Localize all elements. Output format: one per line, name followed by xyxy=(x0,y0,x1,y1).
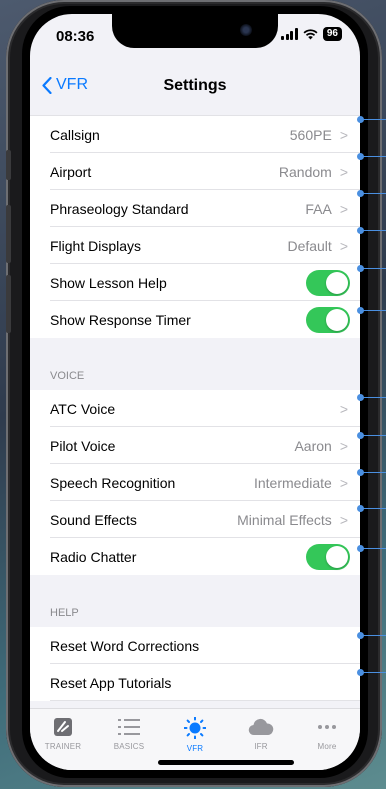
airport-row[interactable]: Airport Random > xyxy=(30,153,360,190)
sun-icon xyxy=(184,717,206,739)
tab-label: IFR xyxy=(254,742,268,751)
connector-line xyxy=(357,632,386,639)
battery-icon: 96 xyxy=(322,27,342,41)
trainer-icon xyxy=(54,718,72,736)
phraseology-standard-row[interactable]: Phraseology Standard FAA > xyxy=(30,190,360,227)
volume-up-button xyxy=(6,205,11,263)
chevron-right-icon: > xyxy=(339,437,348,454)
settings-list: Callsign 560PE > Airport Random > Phrase… xyxy=(30,108,360,708)
mute-switch xyxy=(6,150,11,180)
chevron-right-icon: > xyxy=(339,474,348,491)
chevron-right-icon: > xyxy=(339,511,348,528)
connector-line xyxy=(357,669,386,676)
row-label: Airport xyxy=(50,163,92,180)
row-value: 560PE xyxy=(289,126,332,143)
chevron-right-icon: > xyxy=(339,237,348,254)
signal-icon xyxy=(281,28,298,40)
reset-word-corrections-row[interactable]: Reset Word Corrections xyxy=(30,627,360,664)
sound-effects-row[interactable]: Sound Effects Minimal Effects > xyxy=(30,501,360,538)
show-lesson-help-row: Show Lesson Help xyxy=(30,264,360,301)
more-icon xyxy=(318,725,336,729)
show-response-timer-row: Show Response Timer xyxy=(30,301,360,338)
row-value: FAA xyxy=(305,200,332,217)
row-label: Pilot Voice xyxy=(50,437,116,454)
row-label: ATC Voice xyxy=(50,400,116,417)
phone-frame: 08:36 96 VFR Settings Callsign 560PE > A… xyxy=(6,0,382,787)
bezel: 08:36 96 VFR Settings Callsign 560PE > A… xyxy=(22,6,368,778)
section-header-voice: VOICE xyxy=(50,370,85,382)
list-icon xyxy=(118,719,140,735)
front-camera xyxy=(240,24,252,36)
row-label: Radio Chatter xyxy=(50,548,137,565)
status-icons: 96 xyxy=(281,27,342,41)
reset-app-tutorials-row[interactable]: Reset App Tutorials xyxy=(30,664,360,701)
row-label: Phraseology Standard xyxy=(50,200,189,217)
radio-chatter-toggle[interactable] xyxy=(306,543,350,570)
chevron-right-icon: > xyxy=(339,200,348,217)
help-settings-group: Reset Word Corrections Reset App Tutoria… xyxy=(30,627,360,701)
tab-label: More xyxy=(317,742,337,751)
row-value: Intermediate xyxy=(253,474,332,491)
row-label: Show Lesson Help xyxy=(50,274,167,291)
connector-line xyxy=(357,545,386,552)
connector-line xyxy=(357,116,386,123)
connector-line xyxy=(357,190,386,197)
notch xyxy=(112,14,278,48)
radio-chatter-row: Radio Chatter xyxy=(30,538,360,575)
wifi-icon xyxy=(303,28,318,39)
chevron-right-icon: > xyxy=(339,400,348,417)
callsign-row[interactable]: Callsign 560PE > xyxy=(30,116,360,153)
tab-label: VFR xyxy=(186,744,204,753)
general-settings-group: Callsign 560PE > Airport Random > Phrase… xyxy=(30,116,360,338)
row-label: Reset App Tutorials xyxy=(50,674,172,691)
voice-settings-group: ATC Voice > Pilot Voice Aaron > Speech R… xyxy=(30,390,360,575)
connector-line xyxy=(357,469,386,476)
tab-basics[interactable]: BASICS xyxy=(96,709,162,770)
row-label: Callsign xyxy=(50,126,100,143)
atc-voice-row[interactable]: ATC Voice > xyxy=(30,390,360,427)
scroll-top-edge xyxy=(30,108,360,116)
section-header-help: HELP xyxy=(50,607,79,619)
status-time: 08:36 xyxy=(56,28,95,45)
show-lesson-help-toggle[interactable] xyxy=(306,269,350,296)
connector-line xyxy=(357,227,386,234)
tab-trainer[interactable]: TRAINER xyxy=(30,709,96,770)
show-response-timer-toggle[interactable] xyxy=(306,306,350,333)
row-label: Flight Displays xyxy=(50,237,142,254)
volume-down-button xyxy=(6,275,11,333)
connector-line xyxy=(357,394,386,401)
connector-line xyxy=(357,307,386,314)
connector-line xyxy=(357,505,386,512)
tab-label: TRAINER xyxy=(44,742,82,751)
chevron-right-icon: > xyxy=(339,126,348,143)
pilot-voice-row[interactable]: Pilot Voice Aaron > xyxy=(30,427,360,464)
row-label: Speech Recognition xyxy=(50,474,176,491)
row-label: Reset Word Corrections xyxy=(50,637,200,654)
connector-line xyxy=(357,265,386,272)
row-label: Sound Effects xyxy=(50,511,137,528)
row-value: Aaron xyxy=(294,437,332,454)
chevron-right-icon: > xyxy=(339,163,348,180)
tab-label: BASICS xyxy=(113,742,145,751)
speech-recognition-row[interactable]: Speech Recognition Intermediate > xyxy=(30,464,360,501)
screen: 08:36 96 VFR Settings Callsign 560PE > A… xyxy=(30,14,360,770)
tab-more[interactable]: More xyxy=(294,709,360,770)
row-value: Minimal Effects xyxy=(237,511,332,528)
navigation-bar: VFR Settings xyxy=(30,68,360,106)
page-title: Settings xyxy=(163,77,227,94)
home-indicator xyxy=(158,760,294,765)
flight-displays-row[interactable]: Flight Displays Default > xyxy=(30,227,360,264)
connector-line xyxy=(357,153,386,160)
row-value: Random xyxy=(278,163,332,180)
cloud-icon xyxy=(248,718,274,736)
connector-line xyxy=(357,432,386,439)
row-label: Show Response Timer xyxy=(50,311,191,328)
row-value: Default xyxy=(287,237,332,254)
